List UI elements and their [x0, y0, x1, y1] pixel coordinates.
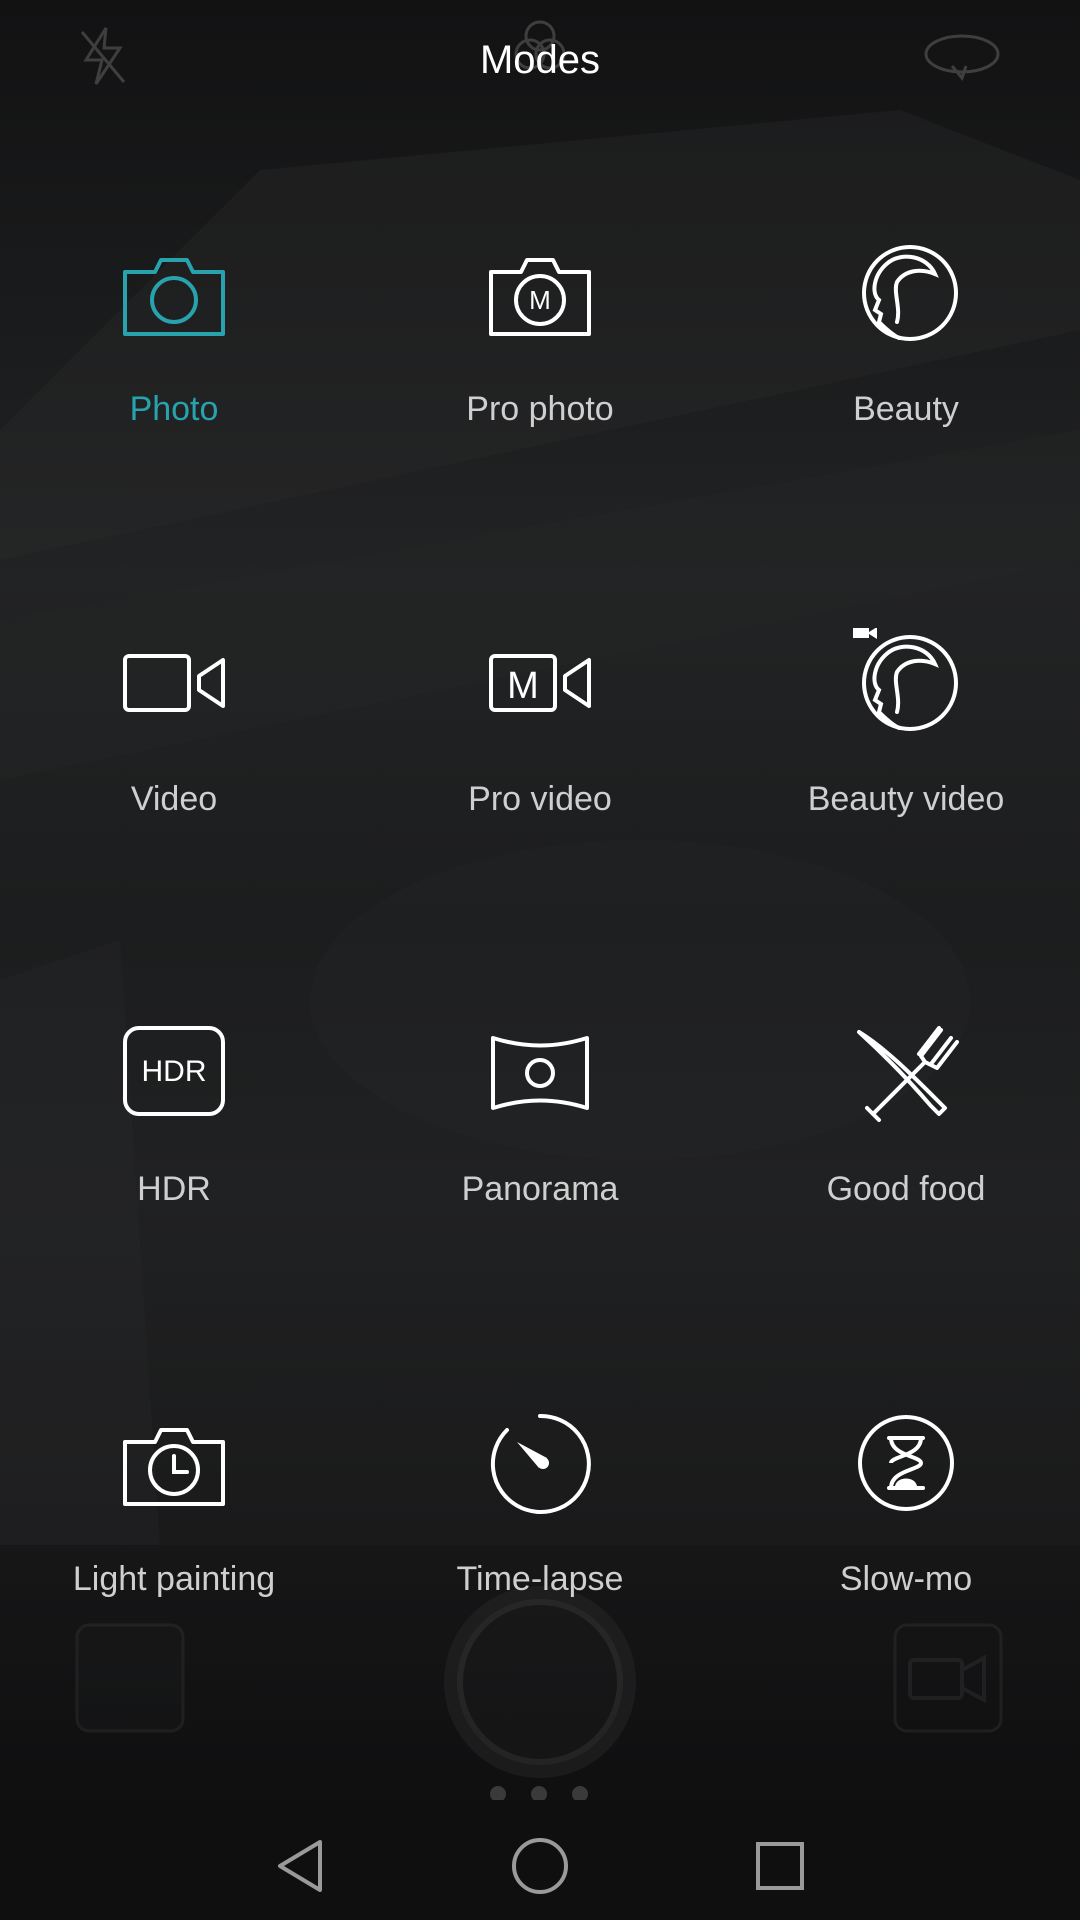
pro-camera-icon: M [489, 258, 591, 336]
mode-label: HDR [137, 1170, 211, 1208]
mode-panorama[interactable]: Panorama [360, 1018, 720, 1278]
mode-beauty[interactable]: Beauty [726, 238, 1080, 498]
food-icon [857, 1026, 959, 1122]
mode-label: Photo [129, 390, 219, 428]
mode-video[interactable]: Video [0, 628, 354, 888]
modes-grid: Photo M Pro photo Beauty Video M Pro vid… [0, 0, 1080, 1920]
mode-label: Pro video [468, 780, 612, 818]
mode-slow-mo[interactable]: Slow-mo [726, 1408, 1080, 1668]
mode-label: Beauty [853, 390, 959, 428]
mode-time-lapse[interactable]: Time-lapse [360, 1408, 720, 1668]
mode-label: Panorama [461, 1170, 619, 1208]
beauty-video-icon [853, 628, 958, 731]
mode-light-painting[interactable]: Light painting [0, 1408, 354, 1668]
svg-text:HDR: HDR [142, 1055, 207, 1088]
video-camera-icon [123, 654, 225, 712]
mode-good-food[interactable]: Good food [726, 1018, 1080, 1278]
home-icon[interactable] [510, 1836, 570, 1896]
mode-label: Beauty video [807, 780, 1005, 818]
mode-pro-video[interactable]: M Pro video [360, 628, 720, 888]
mode-label: Good food [826, 1170, 986, 1208]
pro-video-icon: M [489, 654, 591, 712]
mode-label: Pro photo [466, 390, 614, 428]
mode-beauty-video[interactable]: Beauty video [726, 628, 1080, 888]
light-painting-icon [123, 1428, 225, 1506]
timelapse-icon [490, 1413, 591, 1514]
mode-pro-photo[interactable]: M Pro photo [360, 238, 720, 498]
mode-label: Video [130, 780, 218, 818]
mode-label: Slow-mo [839, 1560, 973, 1598]
back-icon[interactable] [272, 1836, 328, 1896]
camera-modes-screen: Modes Photo M Pro photo Beauty Video M P… [0, 0, 1080, 1920]
camera-icon [123, 258, 225, 336]
mode-label: Time-lapse [456, 1560, 624, 1598]
mode-label: Light painting [72, 1560, 276, 1598]
panorama-icon [491, 1036, 589, 1110]
svg-text:M: M [507, 665, 539, 707]
hdr-icon: HDR [123, 1026, 225, 1116]
mode-photo[interactable]: Photo [0, 238, 354, 498]
svg-text:M: M [529, 285, 551, 315]
beauty-face-icon [862, 245, 958, 341]
recents-icon[interactable] [752, 1836, 808, 1896]
mode-hdr[interactable]: HDR HDR [0, 1018, 354, 1278]
slow-mo-icon [858, 1415, 954, 1511]
